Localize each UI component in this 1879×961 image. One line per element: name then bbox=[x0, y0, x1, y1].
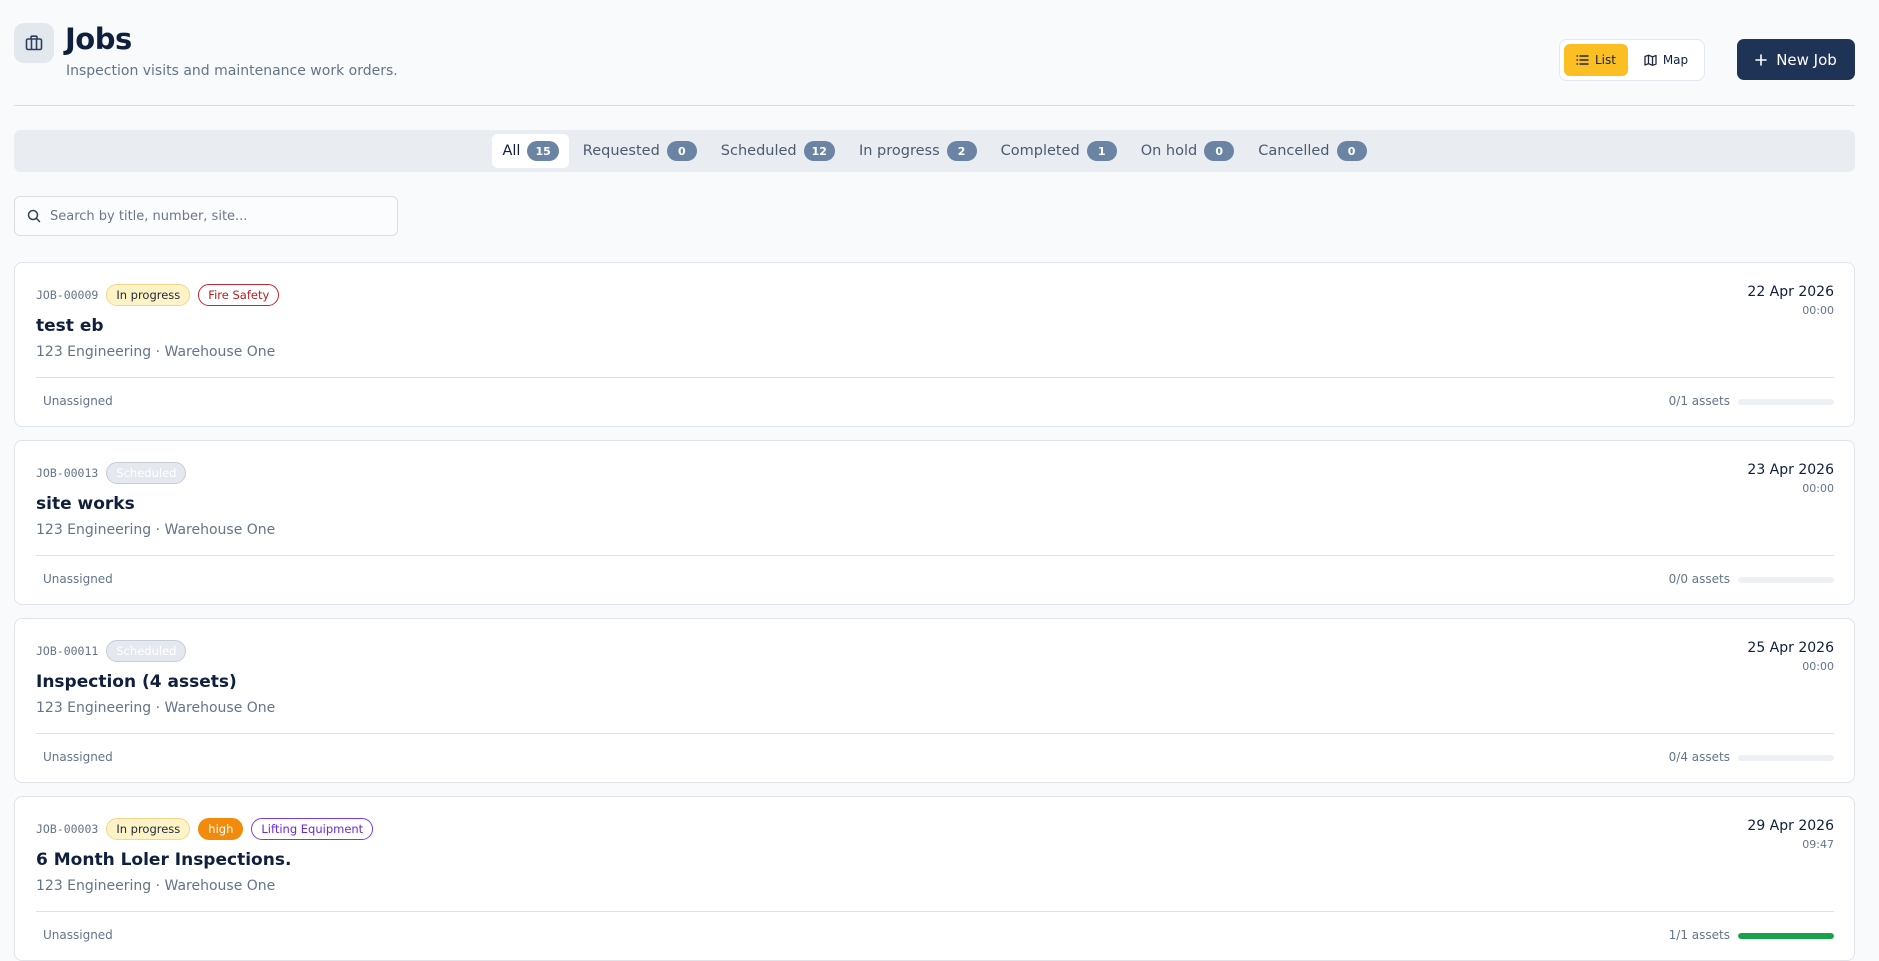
new-job-button[interactable]: New Job bbox=[1737, 39, 1855, 80]
tab-label: All bbox=[502, 143, 521, 159]
job-assignee: Unassigned bbox=[43, 572, 113, 586]
job-title: Inspection (4 assets) bbox=[36, 672, 237, 692]
asset-progress-bar bbox=[1738, 399, 1834, 405]
briefcase-icon bbox=[14, 23, 54, 63]
tab-count-badge: 0 bbox=[666, 141, 697, 161]
job-date: 25 Apr 2026 bbox=[1747, 640, 1834, 656]
list-icon bbox=[1576, 55, 1589, 65]
job-site: 123 Engineering · Warehouse One bbox=[36, 344, 276, 360]
asset-progress-bar bbox=[1738, 577, 1834, 583]
job-assignee: Unassigned bbox=[43, 394, 113, 408]
search-icon bbox=[27, 209, 41, 223]
tab-label: Scheduled bbox=[720, 143, 797, 159]
job-title: test eb bbox=[36, 316, 104, 336]
page-subtitle: Inspection visits and maintenance work o… bbox=[66, 63, 398, 79]
job-card[interactable]: JOB-00011 Scheduled Inspection (4 assets) 1… bbox=[14, 618, 1855, 783]
job-assignee: Unassigned bbox=[43, 928, 113, 942]
list-view-button[interactable]: List bbox=[1564, 44, 1628, 76]
job-assignee: Unassigned bbox=[43, 750, 113, 764]
job-time: 00:00 bbox=[1802, 660, 1834, 673]
high-badge: high bbox=[198, 818, 244, 840]
job-number: JOB-00009 bbox=[36, 288, 99, 302]
job-header-row: JOB-00003 In progress high Lifting Equipmen… bbox=[36, 818, 374, 840]
tab-completed[interactable]: Completed 1 bbox=[991, 134, 1127, 168]
job-site: 123 Engineering · Warehouse One bbox=[36, 522, 276, 538]
job-number: JOB-00003 bbox=[36, 822, 99, 836]
job-number: JOB-00013 bbox=[36, 466, 99, 480]
tab-label: Completed bbox=[1000, 143, 1080, 159]
job-date: 29 Apr 2026 bbox=[1747, 818, 1834, 834]
tab-on-hold[interactable]: On hold 0 bbox=[1131, 134, 1245, 168]
tab-requested[interactable]: Requested 0 bbox=[573, 134, 707, 168]
job-header-row: JOB-00011 Scheduled bbox=[36, 640, 187, 662]
job-divider bbox=[36, 377, 1834, 378]
list-view-label: List bbox=[1595, 53, 1616, 67]
tab-label: On hold bbox=[1140, 143, 1198, 159]
search-input[interactable] bbox=[50, 208, 380, 224]
firesafety-badge: Fire Safety bbox=[198, 284, 280, 306]
search-box bbox=[14, 196, 398, 236]
tab-count-badge: 0 bbox=[1204, 141, 1235, 161]
job-site: 123 Engineering · Warehouse One bbox=[36, 878, 276, 894]
job-header-row: JOB-00013 Scheduled bbox=[36, 462, 187, 484]
header-divider bbox=[14, 105, 1855, 106]
tab-count-badge: 0 bbox=[1336, 141, 1367, 161]
tab-cancelled[interactable]: Cancelled 0 bbox=[1248, 134, 1376, 168]
job-assets-count: 1/1 assets bbox=[1668, 928, 1730, 942]
tab-count-badge: 1 bbox=[1086, 141, 1117, 161]
job-card[interactable]: JOB-00013 Scheduled site works 123 Engineer… bbox=[14, 440, 1855, 605]
job-time: 00:00 bbox=[1802, 304, 1834, 317]
scheduled-badge: Scheduled bbox=[106, 640, 187, 662]
page-header: Jobs Inspection visits and maintenance w… bbox=[14, 20, 1855, 82]
new-job-label: New Job bbox=[1776, 50, 1837, 69]
asset-progress-bar bbox=[1738, 933, 1834, 939]
job-date: 22 Apr 2026 bbox=[1747, 284, 1834, 300]
tab-in-progress[interactable]: In progress 2 bbox=[849, 134, 987, 168]
job-title: 6 Month Loler Inspections. bbox=[36, 850, 292, 870]
inprogress-badge: In progress bbox=[106, 284, 191, 306]
job-site: 123 Engineering · Warehouse One bbox=[36, 700, 276, 716]
job-divider bbox=[36, 555, 1834, 556]
tab-all[interactable]: All 15 bbox=[492, 134, 569, 168]
lifting-badge: Lifting Equipment bbox=[251, 818, 374, 840]
job-time: 00:00 bbox=[1802, 482, 1834, 495]
tab-label: Requested bbox=[582, 143, 660, 159]
status-tabs-bar: All 15 Requested 0 Scheduled 12 In progress 2 Co… bbox=[14, 130, 1855, 172]
job-divider bbox=[36, 733, 1834, 734]
job-date: 23 Apr 2026 bbox=[1747, 462, 1834, 478]
job-time: 09:47 bbox=[1802, 838, 1834, 851]
tab-label: In progress bbox=[858, 143, 940, 159]
inprogress-badge: In progress bbox=[106, 818, 191, 840]
job-assets-count: 0/1 assets bbox=[1668, 394, 1730, 408]
job-header-row: JOB-00009 In progress Fire Safety bbox=[36, 284, 280, 306]
job-card[interactable]: JOB-00009 In progress Fire Safety test eb 12… bbox=[14, 262, 1855, 427]
tab-scheduled[interactable]: Scheduled 12 bbox=[711, 134, 845, 168]
map-view-label: Map bbox=[1662, 53, 1689, 67]
asset-progress-bar bbox=[1738, 755, 1834, 761]
scheduled-badge: Scheduled bbox=[106, 462, 187, 484]
view-toggle: List Map bbox=[1559, 39, 1705, 81]
job-card[interactable]: JOB-00003 In progress high Lifting Equipmen… bbox=[14, 796, 1855, 961]
tab-count-badge: 2 bbox=[946, 141, 977, 161]
map-icon bbox=[1644, 54, 1657, 66]
page-title: Jobs bbox=[65, 22, 132, 56]
job-divider bbox=[36, 911, 1834, 912]
job-number: JOB-00011 bbox=[36, 644, 99, 658]
tab-label: Cancelled bbox=[1258, 143, 1330, 159]
job-assets-count: 0/4 assets bbox=[1668, 750, 1730, 764]
job-title: site works bbox=[36, 494, 135, 514]
job-assets-count: 0/0 assets bbox=[1668, 572, 1730, 586]
plus-icon bbox=[1755, 53, 1767, 66]
status-tabs: All 15 Requested 0 Scheduled 12 In progress 2 Co… bbox=[492, 134, 1376, 168]
asset-progress-fill bbox=[1738, 933, 1834, 939]
map-view-button[interactable]: Map bbox=[1632, 44, 1700, 76]
tab-count-badge: 12 bbox=[803, 141, 835, 161]
tab-count-badge: 15 bbox=[527, 141, 559, 161]
